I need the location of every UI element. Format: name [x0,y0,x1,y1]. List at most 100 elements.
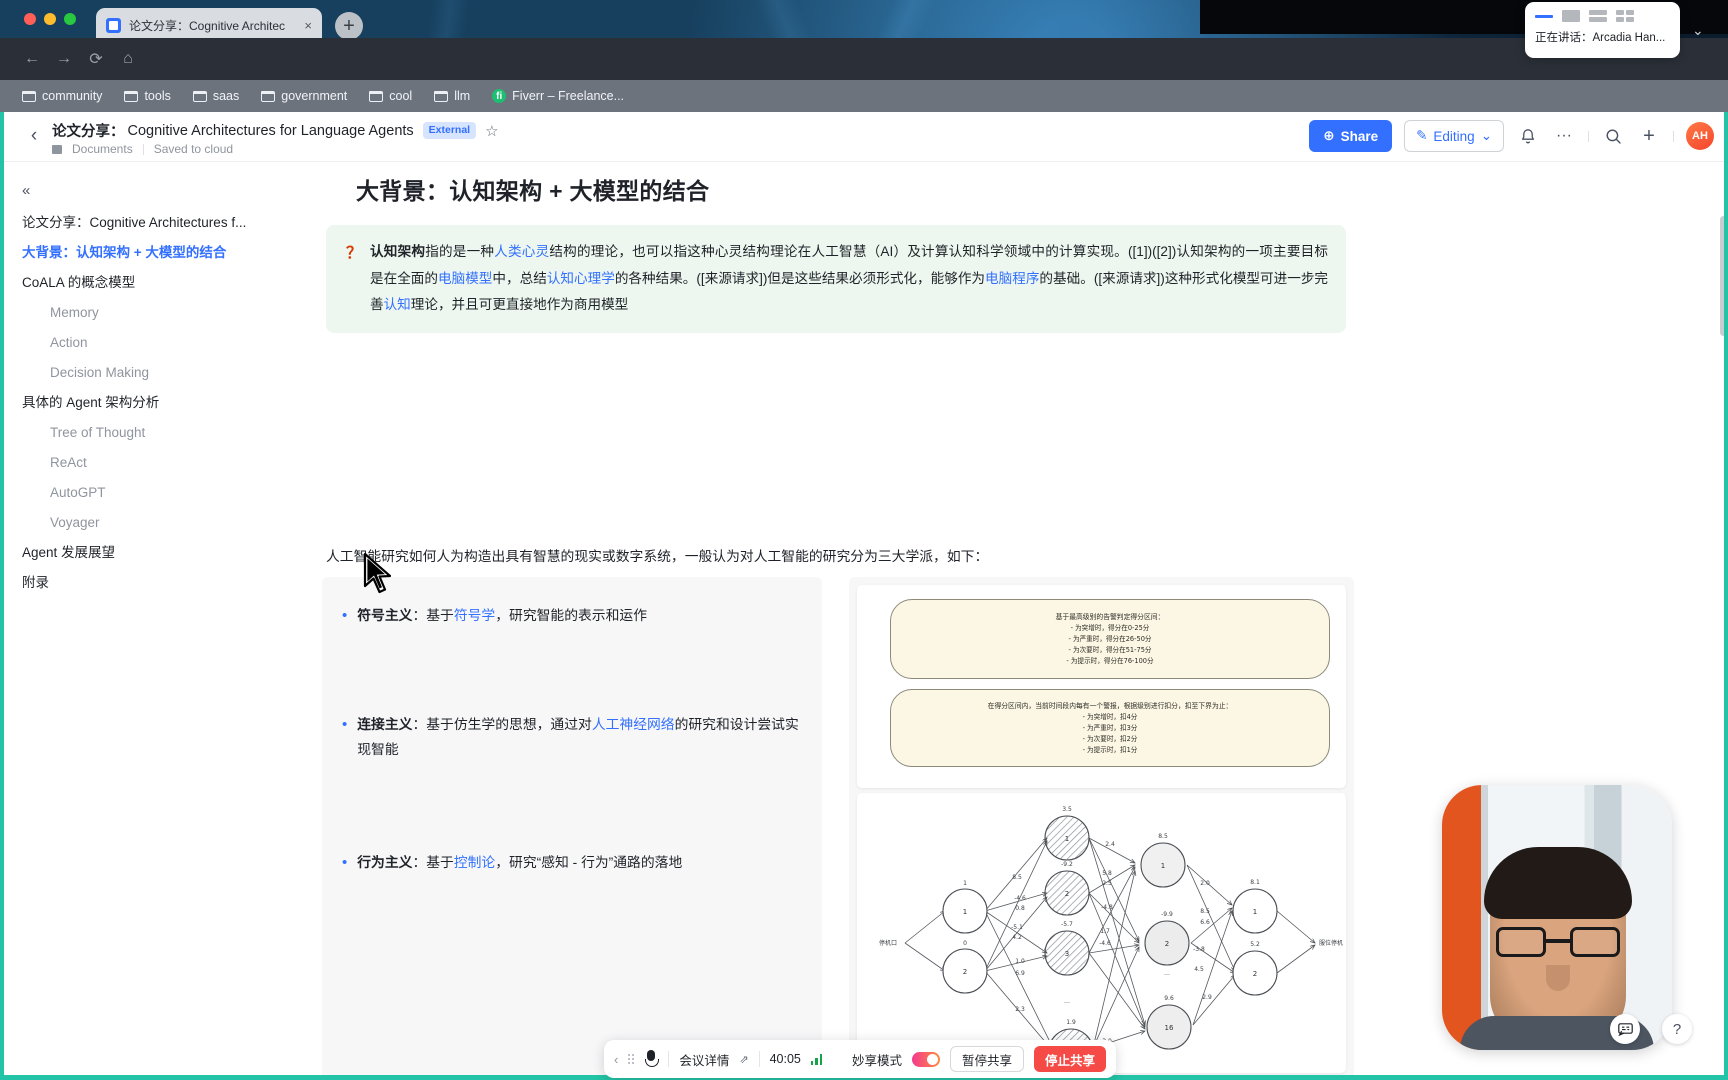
list-item-text: 符号主义：基于符号学，研究智能的表示和运作 [357,603,647,628]
pause-share-button[interactable]: 暂停共享 [949,1046,1024,1072]
sidebar-item-decision-making[interactable]: Decision Making [22,358,286,388]
folder-icon [52,144,62,154]
sidebar-item-appendix[interactable]: 附录 [22,568,286,598]
svg-text:2: 2 [1253,970,1257,978]
svg-text:8.5: 8.5 [1012,874,1022,881]
bookmark-folder-llm[interactable]: llm [426,87,478,105]
forward-icon[interactable]: → [50,46,78,72]
feishu-doc-favicon [106,17,121,33]
back-icon[interactable]: ← [18,46,46,72]
speaker-overlay[interactable]: 正在讲话：Arcadia Han... [1525,2,1680,58]
link-human-mind[interactable]: 人类心灵 [494,244,549,259]
notes-image-card[interactable]: 基于最高级别的告警判定得分区间： - 为突增时，得分在0-25分 - 为严重时，… [857,585,1346,788]
microphone-icon[interactable] [644,1049,660,1069]
chevron-down-icon[interactable]: ⌄ [1692,22,1704,39]
sidebar-item-coala[interactable]: CoALA 的概念模型 [22,268,286,298]
link-cybernetics[interactable]: 控制论 [454,855,495,870]
intro-paragraph: 人工智能研究如何人为构造出具有智慧的现实或数字系统，一般认为对人工智能的研究分为… [326,549,989,564]
link-neural-network[interactable]: 人工神经网络 [592,717,675,732]
editing-button-label: Editing [1433,128,1475,144]
sidebar-item-action[interactable]: Action [22,328,286,358]
layout-grid-icon[interactable] [1616,10,1634,22]
new-tab-button[interactable]: + [335,12,363,40]
add-icon[interactable]: + [1637,124,1661,148]
bullet-term-connectionism[interactable]: 连接主义 [357,717,412,732]
svg-text:1.7: 1.7 [1100,928,1110,935]
speaking-status: 正在讲话：Arcadia Han... [1535,32,1666,44]
browser-tab[interactable]: 论文分享：Cognitive Architec × [96,8,322,42]
scoring-note-1: 基于最高级别的告警判定得分区间： - 为突增时，得分在0-25分 - 为严重时，… [890,599,1330,679]
svg-text:8.5: 8.5 [1158,833,1168,840]
share-button[interactable]: ⊕ Share [1309,120,1393,152]
divider [1588,130,1589,142]
tab-title: 论文分享：Cognitive Architec [129,18,286,33]
more-options-icon[interactable]: ··· [1552,124,1576,148]
sidebar-item-agent-outlook[interactable]: Agent 发展展望 [22,538,286,568]
layout-speaker-icon[interactable] [1535,10,1553,22]
sidebar-item-autogpt[interactable]: AutoGPT [22,478,286,508]
document-subheader: Documents Saved to cloud [52,142,233,156]
back-icon[interactable]: ‹ [22,124,46,148]
page-title[interactable]: Cognitive Architectures for Language Age… [128,123,414,139]
home-icon[interactable]: ⌂ [114,46,142,72]
bookmark-folder-tools[interactable]: tools [116,87,178,105]
page-heading: 大背景：认知架构 + 大模型的结合 [356,178,710,204]
folder-icon [434,90,449,102]
bookmark-folder-saas[interactable]: saas [185,87,247,105]
link-symbolism[interactable]: 符号学 [454,608,495,623]
stop-share-button[interactable]: 停止共享 [1033,1046,1106,1072]
avatar[interactable]: AH [1686,122,1714,150]
layout-single-icon[interactable] [1562,10,1580,22]
svg-text:0.8: 0.8 [1015,905,1025,912]
collapse-sidebar-icon[interactable]: « [22,182,30,199]
link-computer-model[interactable]: 电脑模型 [438,271,492,286]
svg-text:-9.2: -9.2 [1061,861,1073,868]
drag-handle-icon[interactable] [628,1054,635,1064]
list-item-text: 连接主义：基于仿生学的思想，通过对人工神经网络的研究和设计尝试实现智能 [357,712,802,762]
sidebar-item-agent-analysis[interactable]: 具体的 Agent 架构分析 [22,388,286,418]
link-cognition[interactable]: 认知 [384,297,411,312]
signal-strength-icon [810,1053,823,1065]
link-computer-program[interactable]: 电脑程序 [985,271,1039,286]
sidebar-item-voyager[interactable]: Voyager [22,508,286,538]
sidebar-item-background[interactable]: 大背景：认知架构 + 大模型的结合 [22,238,286,268]
minimize-window-button[interactable] [44,13,56,25]
close-window-button[interactable] [24,13,36,25]
window-traffic-lights[interactable] [24,13,76,25]
bookmark-folder-cool[interactable]: cool [361,87,420,105]
help-icon[interactable]: ? [1662,1014,1692,1044]
bookmark-folder-government[interactable]: government [253,87,355,105]
sidebar-item-memory[interactable]: Memory [22,298,286,328]
close-icon[interactable]: × [304,19,312,32]
layout-split-icon[interactable] [1589,10,1607,22]
note-line: - 为次要时，得分在51-75分 [1068,646,1152,654]
webcam-self-view[interactable] [1442,785,1672,1050]
captions-icon[interactable] [1610,1014,1640,1044]
magic-share-toggle[interactable] [911,1051,940,1067]
sidebar-item-doc-root[interactable]: 论文分享：Cognitive Architectures f... [22,208,286,238]
neural-network-image-card[interactable]: 12 12 352 1216 12 10 3.5-9.2 -5.71.9 8.5… [857,793,1346,1073]
svg-text:-5.1: -5.1 [1011,924,1023,931]
bookmark-label: community [42,89,103,103]
svg-text:16: 16 [1165,1024,1174,1032]
meeting-details-label[interactable]: 会议详情 [679,1050,729,1069]
reload-icon[interactable]: ⟳ [82,46,110,72]
sidebar-item-tree-of-thought[interactable]: Tree of Thought [22,418,286,448]
folder-icon [261,90,276,102]
callout-seg-12: 理论，并且可更直接地作为商用模型 [410,297,629,312]
star-icon[interactable]: ☆ [485,122,498,140]
svg-text:-4.6: -4.6 [1099,940,1111,947]
maximize-window-button[interactable] [64,13,76,25]
sidebar-item-react[interactable]: ReAct [22,448,286,478]
document-location[interactable]: Documents [72,142,133,156]
link-cognitive-psychology[interactable]: 认知心理学 [547,271,615,286]
editing-mode-button[interactable]: ✎ Editing ⌄ [1404,120,1504,152]
search-icon[interactable] [1601,124,1625,148]
webcam-hair [1484,847,1632,919]
bookmark-folder-community[interactable]: community [14,87,110,105]
globe-icon: ⊕ [1323,128,1335,143]
collapse-icon[interactable]: ‹ [614,1052,618,1067]
bell-icon[interactable] [1516,124,1540,148]
bookmark-fiverr[interactable]: fi Fiverr – Freelance... [484,87,632,105]
expand-icon[interactable]: ⇗ [739,1053,748,1066]
